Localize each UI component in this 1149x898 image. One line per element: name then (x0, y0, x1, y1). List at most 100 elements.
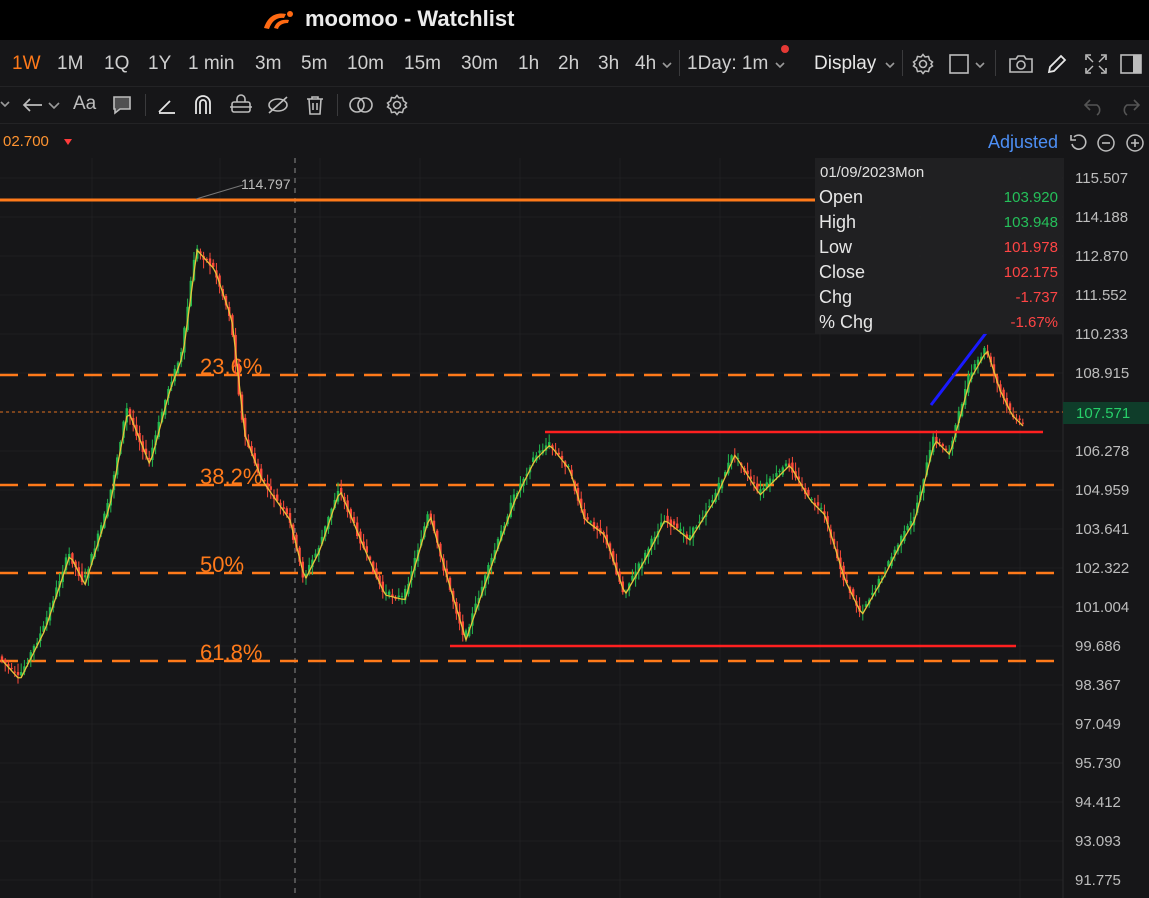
adjusted-toggle[interactable]: Adjusted (988, 132, 1065, 153)
camera-icon[interactable] (1008, 53, 1034, 75)
title-bar: moomoo - Watchlist (0, 0, 1149, 40)
timeframe-10m[interactable]: 10m (347, 53, 384, 75)
toolbar-divider (679, 50, 680, 76)
timeframe-30m[interactable]: 30m (461, 53, 498, 75)
price-axis-label: 98.367 (1075, 677, 1121, 694)
comment-icon[interactable] (111, 94, 133, 116)
infobox-row-high: High 103.948 (819, 212, 1058, 237)
link-icon[interactable] (347, 95, 375, 115)
undo-icon[interactable] (1082, 94, 1106, 116)
timeframe-1y[interactable]: 1Y (148, 53, 171, 75)
timeframe-1q[interactable]: 1Q (104, 53, 129, 75)
infobox-value: 103.920 (1003, 189, 1058, 206)
timeframe-3h[interactable]: 3h (598, 53, 619, 75)
trash-icon[interactable] (304, 94, 326, 116)
price-axis-label: 106.278 (1075, 443, 1129, 460)
last-price-tag: 107.571 (1076, 405, 1130, 422)
timeframe-1min[interactable]: 1 min (188, 53, 234, 75)
fib-level-label: 23.6% (200, 354, 262, 379)
zoom-out-icon[interactable] (1095, 132, 1117, 154)
candle-body (148, 457, 151, 460)
price-down-caret-icon (64, 139, 72, 145)
infobox-row-open: Open 103.920 (819, 187, 1058, 212)
timeframe-1m[interactable]: 1M (57, 53, 83, 75)
timeframe-15m[interactable]: 15m (404, 53, 441, 75)
magnet-icon[interactable] (192, 93, 214, 117)
moomoo-logo-icon (264, 11, 293, 29)
candle-body (586, 517, 589, 520)
gear-icon[interactable] (911, 52, 935, 76)
price-axis-label: 102.322 (1075, 560, 1129, 577)
candle-body (388, 591, 391, 595)
candle-body (676, 523, 679, 529)
price-axis-label: 114.188 (1075, 209, 1128, 226)
price-axis-label: 103.641 (1075, 521, 1129, 538)
fib-level-label: 61.8% (200, 640, 262, 665)
app-title: moomoo - Watchlist (305, 6, 515, 31)
infobox-label: Low (819, 237, 853, 257)
price-axis-label: 95.730 (1075, 755, 1121, 772)
price-axis: 115.507 114.188 112.870 111.552 110.233 108.9… (1075, 170, 1129, 889)
chevron-down-icon[interactable] (0, 97, 12, 113)
chevron-down-icon[interactable] (661, 60, 673, 70)
infobox-value: 102.175 (1003, 264, 1058, 281)
timeframe-1w[interactable]: 1W (12, 53, 41, 75)
candle-body (397, 595, 400, 598)
hide-drawings-icon[interactable] (266, 94, 290, 116)
chevron-down-icon[interactable] (974, 60, 986, 70)
chevron-down-icon[interactable] (774, 60, 786, 70)
chevron-down-icon[interactable] (47, 98, 61, 112)
toolbar-divider (995, 50, 996, 76)
candle-body (778, 470, 781, 473)
fullscreen-icon[interactable] (1083, 52, 1109, 76)
infobox-label: Close (819, 262, 866, 282)
candle-body (1018, 418, 1021, 420)
line-tool-icon[interactable] (156, 94, 178, 116)
timeframe-1h[interactable]: 1h (518, 53, 539, 75)
price-axis-label: 101.004 (1075, 599, 1129, 616)
interval-selector[interactable]: 1Day: 1m (687, 53, 768, 75)
sidebar-toggle-icon[interactable] (1119, 53, 1143, 75)
candle-body (10, 667, 13, 669)
infobox-row-chg: Chg -1.737 (819, 287, 1058, 312)
arrow-left-icon[interactable] (20, 95, 46, 115)
price-axis-label: 97.049 (1075, 716, 1121, 733)
price-axis-label: 104.959 (1075, 482, 1129, 499)
price-axis-label: 91.775 (1075, 872, 1121, 889)
pencil-icon[interactable] (1046, 53, 1070, 75)
timeframe-5m[interactable]: 5m (301, 53, 327, 75)
timeframe-2h[interactable]: 2h (558, 53, 579, 75)
timeframe-3m[interactable]: 3m (255, 53, 281, 75)
high-label: 114.797 (241, 176, 291, 192)
zoom-in-icon[interactable] (1124, 132, 1146, 154)
text-icon[interactable]: Aa (73, 93, 96, 115)
candle-body (538, 450, 541, 453)
candle-body (816, 502, 820, 506)
display-button[interactable]: Display (814, 53, 876, 75)
infobox-value: -1.67% (1010, 314, 1058, 331)
price-axis-label: 115.507 (1075, 170, 1128, 187)
redo-icon[interactable] (1118, 94, 1142, 116)
toolbar-divider (337, 94, 338, 116)
candle-body (784, 463, 788, 467)
candle-body (464, 630, 468, 636)
infobox-value: -1.737 (1015, 289, 1058, 306)
reset-zoom-icon[interactable] (1068, 132, 1090, 154)
layout-square-icon[interactable] (948, 53, 970, 75)
fib-level-label: 50% (200, 552, 244, 577)
price-axis-label: 99.686 (1075, 638, 1121, 655)
notification-dot (781, 45, 789, 53)
fibonacci-retracement: 23.6% 38.2% 50% 61.8% (0, 354, 1063, 665)
candle-body (269, 486, 272, 490)
candle-body (400, 596, 404, 598)
current-price: 02.700 (3, 133, 49, 150)
toolbar-divider (902, 50, 903, 76)
price-axis-label: 93.093 (1075, 833, 1121, 850)
candle-body (1021, 422, 1024, 424)
lock-drawing-icon[interactable] (228, 94, 254, 116)
infobox-value: 103.948 (1003, 214, 1058, 231)
chevron-down-icon[interactable] (884, 60, 896, 70)
timeframe-4h[interactable]: 4h (635, 53, 656, 75)
gear-icon[interactable] (385, 93, 409, 117)
candle-body (0, 656, 4, 661)
